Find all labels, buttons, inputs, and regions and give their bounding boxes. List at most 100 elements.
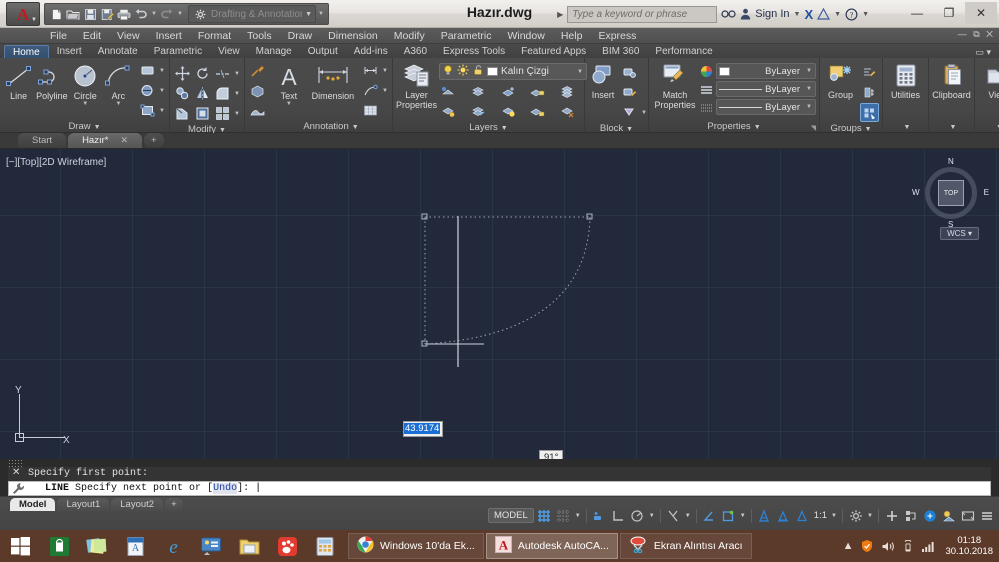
signal-icon[interactable] (921, 540, 935, 553)
linetype-icon[interactable] (700, 83, 713, 96)
taskbar-window-autocad[interactable]: A Autodesk AutoCA... (485, 533, 618, 559)
mirror-icon[interactable] (193, 84, 212, 103)
panel-utilities-title[interactable]: ▼ (886, 120, 925, 133)
stretch-icon[interactable] (173, 104, 192, 123)
control-panel-icon[interactable] (192, 530, 230, 562)
ribbon-minimize-icon[interactable]: ▭ ▾ (975, 47, 991, 58)
layer-color-swatch[interactable] (487, 67, 499, 76)
chevron-down-icon[interactable]: ▼ (576, 69, 584, 75)
isolate-objects-icon[interactable] (883, 507, 900, 524)
sign-in-button[interactable]: Sign In (755, 8, 789, 20)
tab-featured-apps[interactable]: Featured Apps (513, 45, 594, 58)
polar-tracking-toggle[interactable] (629, 507, 646, 524)
scale-icon[interactable] (193, 104, 212, 123)
create-block-icon[interactable] (620, 63, 639, 82)
tab-insert[interactable]: Insert (49, 45, 90, 58)
dynamic-ucs-toggle[interactable] (720, 507, 737, 524)
snap-dropdown-icon[interactable]: ▼ (574, 513, 582, 519)
wrench-icon[interactable] (11, 482, 25, 495)
multileader-icon[interactable] (248, 61, 267, 80)
layer-off-icon[interactable] (439, 82, 458, 101)
layout-tab-layout2[interactable]: Layout2 (111, 498, 164, 511)
menu-express[interactable]: Express (590, 28, 644, 44)
move-icon[interactable] (173, 64, 192, 83)
tab-express-tools[interactable]: Express Tools (435, 45, 513, 58)
view-button[interactable]: View (978, 61, 999, 100)
menu-tools[interactable]: Tools (239, 28, 280, 44)
layout-tab-layout1[interactable]: Layout1 (57, 498, 110, 511)
dynamic-ucs-dropdown-icon[interactable]: ▼ (739, 513, 747, 519)
fillet-dropdown-icon[interactable]: ▼ (233, 84, 241, 103)
menu-format[interactable]: Format (190, 28, 239, 44)
taskbar-window-snipping-tool[interactable]: Ekran Alıntısı Aracı (619, 533, 752, 559)
drawing-canvas[interactable]: [−][Top][2D Wireframe] TOP N S E W WCS ▾ (0, 149, 999, 459)
trim-dropdown-icon[interactable]: ▼ (233, 64, 241, 83)
dynamic-input-length[interactable]: 43.9174 (403, 421, 444, 437)
taskbar-clock[interactable]: 01:18 30.10.2018 (942, 535, 993, 557)
hatch-icon[interactable] (138, 81, 157, 100)
annotation-scale-value[interactable]: 1:1 (813, 510, 828, 521)
copy-icon[interactable] (173, 84, 192, 103)
edit-attribute-icon[interactable] (620, 83, 639, 102)
utilities-button[interactable]: Utilities (886, 61, 925, 100)
show-hidden-icons-button[interactable]: ▲ (843, 540, 854, 552)
table-icon[interactable] (361, 101, 380, 120)
command-option-undo[interactable]: Undo (213, 483, 238, 494)
layout-tab-model[interactable]: Model (10, 498, 56, 511)
dimension-button[interactable]: Dimension (307, 61, 359, 101)
clipboard-button[interactable]: Clipboard (932, 61, 971, 100)
region-icon[interactable] (138, 101, 157, 120)
internet-explorer-icon[interactable]: e (154, 530, 192, 562)
group-selection-icon[interactable] (860, 103, 879, 122)
search-expand-icon[interactable]: ▶ (557, 10, 563, 19)
sign-in-dropdown-icon[interactable]: ▼ (794, 11, 801, 18)
menu-view[interactable]: View (109, 28, 148, 44)
match-properties-button[interactable]: Match Properties (652, 61, 698, 110)
circle-button[interactable]: Circle ▼ (70, 61, 101, 107)
text-button[interactable]: A Text ▼ (273, 61, 305, 107)
3d-solid-icon[interactable] (248, 81, 267, 100)
tab-add-ins[interactable]: Add-ins (346, 45, 396, 58)
tab-home[interactable]: Home (4, 45, 49, 58)
menu-help[interactable]: Help (553, 28, 591, 44)
maximize-button[interactable]: ❐ (933, 2, 965, 24)
help-dropdown-icon[interactable]: ▼ (862, 11, 869, 18)
model-space-button[interactable]: MODEL (487, 508, 534, 523)
layer-selector[interactable]: Kalın Çizgi ▼ (439, 63, 588, 80)
hardware-acceleration-icon[interactable] (921, 507, 938, 524)
tab-manage[interactable]: Manage (248, 45, 300, 58)
dim-style-dropdown-icon[interactable]: ▼ (381, 61, 389, 80)
workspace-dropdown-icon[interactable]: ▼ (866, 513, 874, 519)
layer-on-icon[interactable] (439, 102, 458, 121)
minimize-button[interactable]: — (901, 2, 933, 24)
calculator-icon[interactable] (306, 530, 344, 562)
menu-parametric[interactable]: Parametric (433, 28, 500, 44)
menu-draw[interactable]: Draw (280, 28, 321, 44)
command-grip[interactable] (8, 459, 22, 467)
start-button[interactable] (0, 530, 40, 562)
search-icon[interactable] (721, 8, 736, 20)
osnap-dropdown-icon[interactable]: ▼ (684, 513, 692, 519)
panel-annotation-title[interactable]: Annotation ▼ (273, 120, 389, 133)
color-wheel-icon[interactable] (700, 65, 713, 78)
tab-performance[interactable]: Performance (647, 45, 720, 58)
document-window-controls[interactable]: — ⧉ ✕ (958, 29, 995, 40)
panel-properties-title[interactable]: Properties ▼ (652, 120, 816, 133)
ortho-mode-toggle[interactable] (610, 507, 627, 524)
panel-view-title[interactable]: ▼ (978, 120, 999, 133)
block-editor-icon[interactable] (620, 103, 639, 122)
gradient-icon[interactable] (248, 101, 267, 120)
array-icon[interactable] (213, 104, 232, 123)
chevron-down-icon[interactable]: ▼ (805, 86, 813, 92)
tab-view[interactable]: View (210, 45, 248, 58)
menu-file[interactable]: File (42, 28, 75, 44)
close-icon[interactable]: ✕ (120, 133, 128, 148)
scale-dropdown-icon[interactable]: ▼ (830, 513, 838, 519)
rectangle-icon[interactable] (138, 61, 157, 80)
chevron-down-icon[interactable]: ▼ (805, 104, 813, 110)
chevron-down-icon[interactable]: ▼ (115, 101, 121, 107)
menu-dimension[interactable]: Dimension (320, 28, 386, 44)
chevron-down-icon[interactable]: ▼ (82, 101, 88, 107)
properties-dialog-launcher[interactable]: ◥ (811, 124, 816, 132)
user-icon[interactable] (740, 8, 751, 20)
